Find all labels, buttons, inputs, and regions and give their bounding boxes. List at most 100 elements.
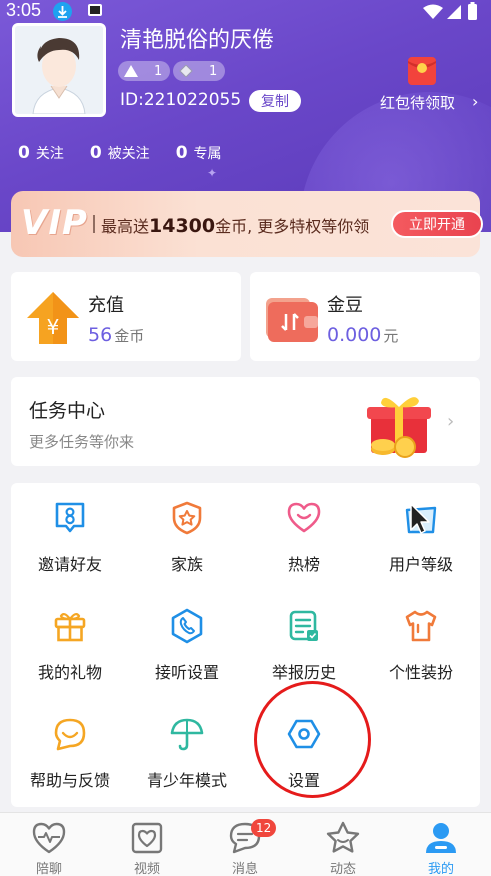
crystal-icon [179,65,193,77]
sparkle-decoration: ✦ [207,166,218,180]
divider [93,215,95,233]
vip-open-button[interactable]: 立即开通 [391,210,483,238]
vip-logo: VIP [21,203,88,243]
recharge-balance: 56 金币 [88,324,144,346]
invite-icon [55,502,85,533]
nav-tab-video[interactable]: 视频 [98,813,196,876]
feature-label: 接听设置 [154,663,219,682]
nav-label: 我的 [427,862,454,876]
feature-my-gifts[interactable]: 我的礼物 [11,591,129,691]
vip-banner[interactable]: VIP 最高送14300金币, 更多特权等你领 立即开通 [11,191,483,257]
nav-label: 陪聊 [35,862,62,876]
feature-label: 热榜 [287,555,320,574]
feature-label: 青少年模式 [146,771,227,790]
feature-label: 我的礼物 [37,663,102,682]
gift-box-icon [54,612,86,642]
heartbeat-icon [32,822,66,854]
gold-bean-unit: 元 [383,327,399,345]
stat-label: 专属 [193,146,222,162]
task-center-subtitle: 更多任务等你来 [29,433,135,451]
nav-tab-chat[interactable]: 陪聊 [0,813,98,876]
feature-label: 举报历史 [271,663,336,682]
stat-label: 关注 [35,146,64,162]
tv-icon [88,4,102,16]
task-center-title: 任务中心 [29,400,106,422]
umbrella-icon [170,718,204,751]
user-level-icon [405,503,437,534]
recharge-unit: 金币 [114,327,145,345]
star-icon [326,821,360,853]
diamond-icon [124,65,138,77]
nav-label: 消息 [231,862,258,876]
hot-list-icon [287,502,321,533]
phone-icon [171,608,203,644]
vip-promo-text: 最高送14300金币, 更多特权等你领 [101,213,369,237]
gift-box-coins-icon [367,397,431,458]
feature-label: 邀请好友 [37,555,102,574]
status-time: 3:05 [6,0,42,20]
nickname: 清艳脱俗的厌倦 [120,28,275,53]
video-heart-icon [131,822,163,854]
feature-report-history[interactable]: 举报历史 [245,591,363,691]
highlight-circle [254,681,371,798]
feature-user-level[interactable]: 用户等级 [362,483,480,583]
feature-label: 帮助与反馈 [29,771,110,790]
feature-family[interactable]: 家族 [128,483,246,583]
vip-promo-suffix: 金币, 更多特权等你领 [215,217,370,236]
nav-label: 视频 [133,862,160,876]
recharge-card[interactable]: ¥ 充值 56 金币 [11,272,241,361]
follow-stats: 0 关注 0 被关注 0 专属 [18,143,248,163]
vip-promo-amount: 14300 [149,215,216,237]
feature-dress-up[interactable]: 个性装扮 [362,591,480,691]
status-bar: 3:05 [0,0,491,24]
help-icon [54,718,86,751]
user-id: ID:221022055 [120,90,242,110]
feature-teen-mode[interactable]: 青少年模式 [128,699,246,799]
gold-bean-title: 金豆 [327,295,363,316]
bottom-nav: 陪聊 视频 12 消息 动态 我的 [0,812,491,876]
vip-promo-prefix: 最高送 [101,217,150,236]
stat-following[interactable]: 0 关注 [18,143,64,163]
nav-tab-moments[interactable]: 动态 [294,813,392,876]
avatar[interactable] [12,23,106,117]
download-icon [53,2,72,21]
stat-count: 0 [175,143,188,163]
stat-exclusive[interactable]: 0 专属 [176,143,222,163]
recharge-icon: ¥ [27,292,79,344]
feature-label: 个性装扮 [388,663,453,682]
red-packet-label[interactable]: 红包待领取 [380,92,455,113]
wallet-icon [266,298,318,342]
nav-label: 动态 [329,862,356,876]
charm-level-badge: 1 [173,61,226,81]
feature-invite-friends[interactable]: 邀请好友 [11,483,129,583]
nav-tab-messages[interactable]: 12 消息 [196,813,294,876]
stat-count: 0 [89,143,102,163]
stat-followers[interactable]: 0 被关注 [90,143,150,163]
me-icon [426,823,456,853]
chevron-right-icon: › [447,411,455,432]
feature-help-feedback[interactable]: 帮助与反馈 [11,699,129,799]
recharge-amount: 56 [88,324,113,346]
nav-tab-me[interactable]: 我的 [392,813,490,876]
chevron-right-icon[interactable]: › [472,92,478,111]
stat-count: 0 [18,143,30,163]
feature-answer-settings[interactable]: 接听设置 [128,591,246,691]
report-icon [289,610,318,641]
red-packet-icon[interactable] [406,53,438,87]
stat-label: 被关注 [107,146,150,162]
wealth-level-badge: 1 [118,61,171,81]
gold-bean-amount: 0.000 [327,324,382,346]
feature-hot-list[interactable]: 热榜 [245,483,363,583]
tshirt-icon [405,610,437,642]
charm-level-value: 1 [209,63,218,79]
feature-grid: 邀请好友 家族 热榜 用户等级 我的礼物 接听设置 举报历史 个性装扮 帮助与反… [11,483,480,807]
family-icon [172,501,202,535]
gold-bean-card[interactable]: 金豆 0.000 元 [250,272,480,361]
recharge-title: 充值 [88,295,124,316]
gold-bean-balance: 0.000 元 [327,324,398,346]
copy-id-button[interactable]: 复制 [249,90,301,112]
task-center-card[interactable]: 任务中心 更多任务等你来 › [11,377,480,466]
feature-label: 用户等级 [388,555,453,574]
unread-badge: 12 [251,819,277,837]
wealth-level-value: 1 [154,63,163,79]
